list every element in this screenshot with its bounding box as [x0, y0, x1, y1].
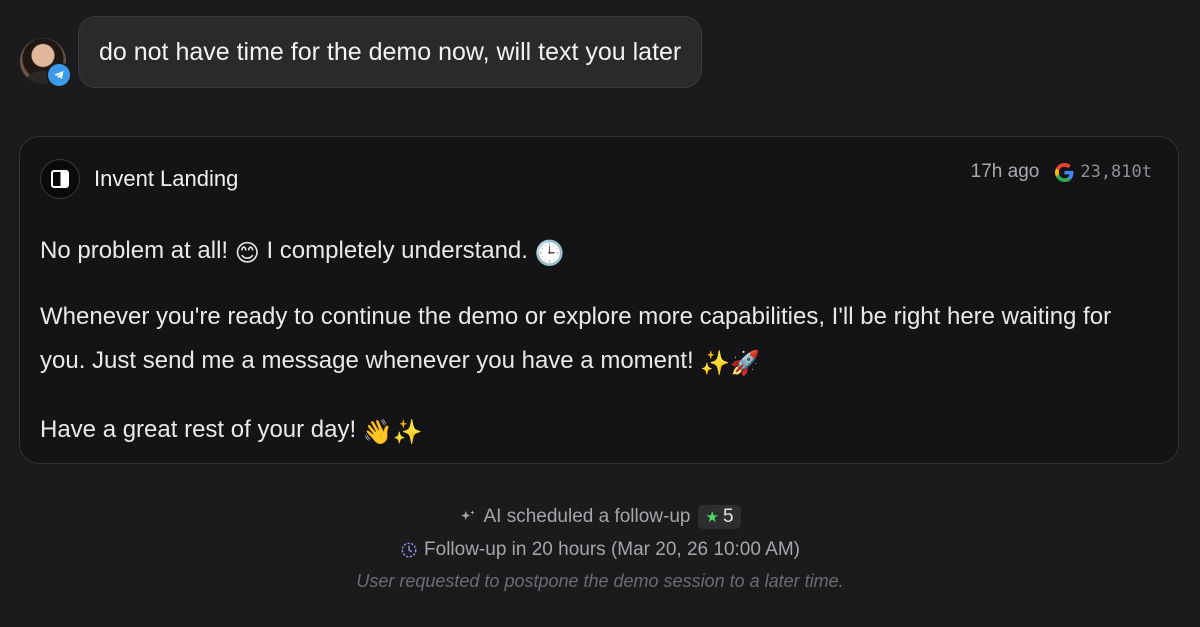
- bot-message-card: Invent Landing 17h ago 23,810t No proble…: [19, 136, 1179, 464]
- token-count: 23,810t: [1080, 162, 1152, 182]
- user-message-text: do not have time for the demo now, will …: [99, 37, 682, 66]
- score-badge: ★ 5: [698, 505, 741, 529]
- bot-sender-name: Invent Landing: [94, 166, 239, 191]
- clock-icon: [400, 541, 418, 559]
- wave-sparkles-emoji-icon: 👋✨: [362, 419, 423, 446]
- user-message-bubble: do not have time for the demo now, will …: [78, 16, 703, 88]
- message-paragraph: Have a great rest of your day! 👋✨: [40, 408, 1150, 455]
- bot-message-header: Invent Landing: [40, 159, 238, 199]
- followup-schedule-text: Follow-up in 20 hours (Mar 20, 26 10:00 …: [424, 539, 800, 560]
- followup-reason: User requested to postpone the demo sess…: [356, 571, 844, 591]
- followup-schedule-line: Follow-up in 20 hours (Mar 20, 26 10:00 …: [0, 535, 1200, 565]
- message-timestamp: 17h ago: [970, 161, 1040, 182]
- paragraph-text: I completely understand.: [259, 237, 535, 264]
- invent-logo-icon: [40, 159, 80, 199]
- sparkle-icon: [459, 508, 477, 526]
- bot-message-meta: 17h ago 23,810t: [971, 161, 1152, 183]
- user-avatar[interactable]: [20, 38, 72, 88]
- paragraph-text: Whenever you're ready to continue the de…: [40, 303, 1112, 374]
- chat-page: do not have time for the demo now, will …: [0, 0, 1200, 627]
- message-paragraph: No problem at all! 😊 I completely unders…: [40, 229, 1150, 273]
- ai-scheduled-line: AI scheduled a follow-up ★ 5: [0, 502, 1200, 532]
- paragraph-text: Have a great rest of your day!: [40, 416, 363, 443]
- paragraph-text: No problem at all!: [40, 237, 235, 264]
- star-icon: ★: [705, 509, 719, 526]
- followup-status: AI scheduled a follow-up ★ 5 Follow-up i…: [0, 502, 1200, 594]
- user-message-row: do not have time for the demo now, will …: [20, 16, 703, 88]
- google-icon: [1055, 162, 1074, 182]
- telegram-icon: [46, 62, 72, 88]
- ai-scheduled-label: AI scheduled a follow-up: [483, 506, 691, 527]
- score-value: 5: [722, 506, 734, 527]
- sparkles-rocket-emoji-icon: ✨🚀: [700, 350, 761, 377]
- message-paragraph: Whenever you're ready to continue the de…: [40, 295, 1150, 386]
- smile-emoji-icon: 😊: [234, 240, 260, 267]
- bot-message-body: No problem at all! 😊 I completely unders…: [40, 229, 1150, 455]
- clock-emoji-icon: 🕒: [534, 240, 565, 267]
